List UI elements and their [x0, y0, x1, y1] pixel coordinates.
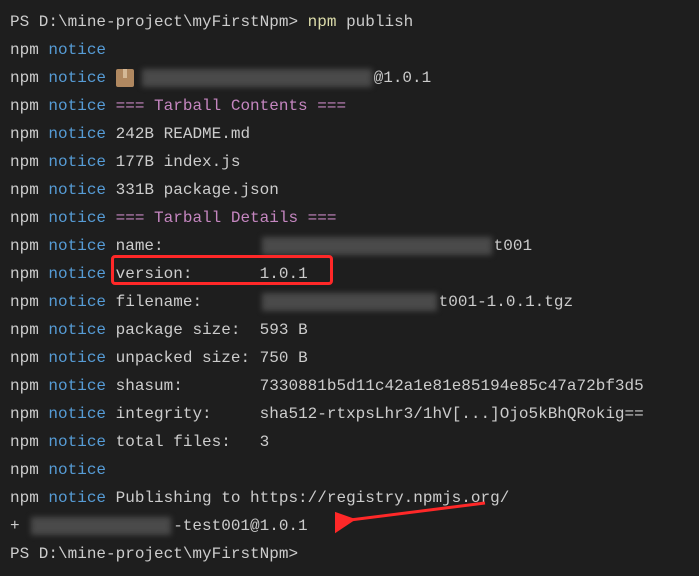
- redacted-success: [31, 517, 171, 535]
- redacted-name: [262, 237, 492, 255]
- redacted-pkg-name: [142, 69, 372, 87]
- notice-name: npm notice name: t001: [10, 232, 689, 260]
- notice-shasum: npm notice shasum: 7330881b5d11c42a1e81e…: [10, 372, 689, 400]
- notice-pkg: npm notice @1.0.1: [10, 64, 689, 92]
- npm-command: npm: [308, 13, 337, 31]
- notice-empty-2: npm notice: [10, 456, 689, 484]
- notice-integrity: npm notice integrity: sha512-rtxpsLhr3/1…: [10, 400, 689, 428]
- ps-prompt-final: PS D:\mine-project\myFirstNpm>: [10, 545, 298, 563]
- notice-publishing: npm notice Publishing to https://registr…: [10, 484, 689, 512]
- publish-arg: publish: [336, 13, 413, 31]
- notice-file-readme: npm notice 242B README.md: [10, 120, 689, 148]
- final-prompt-line[interactable]: PS D:\mine-project\myFirstNpm>: [10, 540, 689, 568]
- notice-file-index: npm notice 177B index.js: [10, 148, 689, 176]
- notice-file-package: npm notice 331B package.json: [10, 176, 689, 204]
- notice-pkgsize: npm notice package size: 593 B: [10, 316, 689, 344]
- notice-filename: npm notice filename: t001-1.0.1.tgz: [10, 288, 689, 316]
- ps-prompt-prefix: PS D:\mine-project\myFirstNpm>: [10, 13, 308, 31]
- notice-tarball-details: npm notice === Tarball Details ===: [10, 204, 689, 232]
- prompt-line: PS D:\mine-project\myFirstNpm> npm publi…: [10, 8, 689, 36]
- notice-unpacked: npm notice unpacked size: 750 B: [10, 344, 689, 372]
- success-line: + -test001@1.0.1: [10, 512, 689, 540]
- notice-empty-1: npm notice: [10, 36, 689, 64]
- redacted-filename: [262, 293, 437, 311]
- notice-version: npm notice version: 1.0.1: [10, 260, 689, 288]
- package-icon: [116, 69, 134, 87]
- notice-tarball-contents: npm notice === Tarball Contents ===: [10, 92, 689, 120]
- notice-total: npm notice total files: 3: [10, 428, 689, 456]
